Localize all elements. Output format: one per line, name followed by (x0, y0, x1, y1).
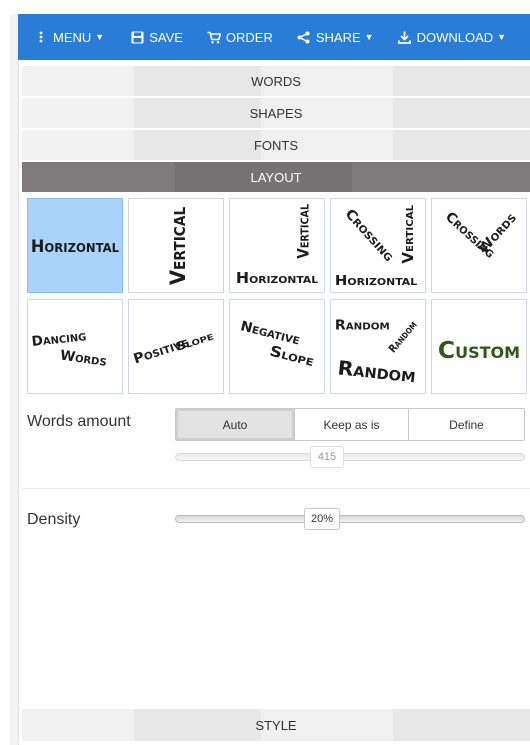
words-amount-auto-option[interactable]: Auto (176, 409, 294, 440)
layout-vertical-horizontal-tile[interactable]: Vertical Horizontal (229, 198, 325, 293)
floppy-disk-icon (130, 30, 144, 44)
layout-word: Horizontal (236, 270, 319, 287)
layout-negative-slope-tile[interactable]: Negative Slope (229, 299, 325, 394)
share-icon (297, 30, 311, 44)
layout-positive-slope-tile[interactable]: Positive Slope (128, 299, 224, 394)
section-shapes[interactable]: SHAPES (22, 98, 530, 130)
layout-word: Random (337, 356, 417, 387)
top-toolbar: MENU ▼ SAVE ORDER SHARE ▼ DOWNLOAD ▼ (18, 14, 530, 60)
density-slider[interactable] (175, 515, 525, 523)
layout-word: Slope (174, 329, 216, 354)
download-icon (398, 30, 412, 44)
section-words[interactable]: WORDS (22, 66, 530, 98)
words-amount-define-option[interactable]: Define (408, 409, 524, 440)
menu-label: MENU (53, 29, 92, 45)
density-label: Density (27, 511, 81, 528)
words-amount-slider[interactable] (175, 453, 525, 461)
caret-down-icon: ▼ (95, 32, 105, 42)
section-layout-label: LAYOUT (250, 169, 302, 185)
layout-word: Vertical (400, 204, 417, 263)
layout-options-grid: Horizontal Vertical Vertical Horizontal … (27, 198, 530, 396)
layout-dancing-words-tile[interactable]: Dancing Words (27, 299, 123, 394)
section-style-label: STYLE (255, 717, 297, 733)
density-slider-handle[interactable]: 20% (304, 508, 340, 530)
caret-down-icon: ▼ (497, 32, 507, 42)
order-label: ORDER (225, 29, 273, 45)
layout-word: Negative (239, 318, 302, 348)
download-button[interactable]: DOWNLOAD ▼ (398, 30, 506, 45)
save-button[interactable]: SAVE (130, 30, 183, 45)
layout-horizontal-tile[interactable]: Horizontal (27, 198, 123, 293)
section-shapes-label: SHAPES (249, 105, 303, 121)
layout-word: Slope (268, 343, 316, 370)
share-button[interactable]: SHARE ▼ (297, 30, 374, 45)
left-panel-edge (10, 14, 19, 745)
layout-word: Horizontal (335, 273, 418, 289)
save-label: SAVE (149, 29, 183, 45)
section-divider (22, 488, 530, 489)
layout-crossing-words-tile[interactable]: Crossing Words (431, 198, 527, 293)
layout-word: Random (335, 317, 390, 333)
words-amount-selector: Auto Keep as is Define (175, 408, 525, 441)
words-amount-slider-handle[interactable]: 415 (310, 446, 344, 468)
section-fonts-label: FONTS (253, 137, 299, 153)
layout-word: Vertical (166, 206, 191, 285)
layout-word: Words (475, 210, 520, 257)
section-layout[interactable]: LAYOUT (22, 162, 530, 194)
layout-word: Dancing (31, 328, 87, 350)
layout-word: Crossing (342, 206, 397, 265)
caret-down-icon: ▼ (364, 32, 374, 42)
layout-word: Vertical (293, 204, 312, 259)
layout-word: Custom (438, 336, 520, 364)
section-words-label: WORDS (251, 73, 301, 89)
words-amount-keep-option[interactable]: Keep as is (294, 409, 408, 440)
layout-custom-tile[interactable]: Custom (431, 299, 527, 394)
vertical-dots-icon (34, 30, 48, 44)
section-fonts[interactable]: FONTS (22, 130, 530, 162)
window-top-edge (0, 0, 530, 14)
menu-button[interactable]: MENU ▼ (34, 30, 104, 45)
order-button[interactable]: ORDER (207, 30, 273, 45)
share-label: SHARE (315, 29, 361, 45)
layout-word: Horizontal (31, 237, 119, 256)
layout-crossing-vertical-horizontal-tile[interactable]: Crossing Vertical Horizontal (330, 198, 426, 293)
download-label: DOWNLOAD (416, 29, 494, 45)
words-amount-label: Words amount (27, 413, 131, 430)
section-style[interactable]: STYLE (22, 709, 530, 743)
shopping-cart-icon (207, 30, 221, 44)
layout-word: Random (386, 318, 420, 355)
layout-word: Words (59, 347, 108, 369)
layout-vertical-tile[interactable]: Vertical (128, 198, 224, 293)
layout-random-tile[interactable]: Random Random Random (330, 299, 426, 394)
